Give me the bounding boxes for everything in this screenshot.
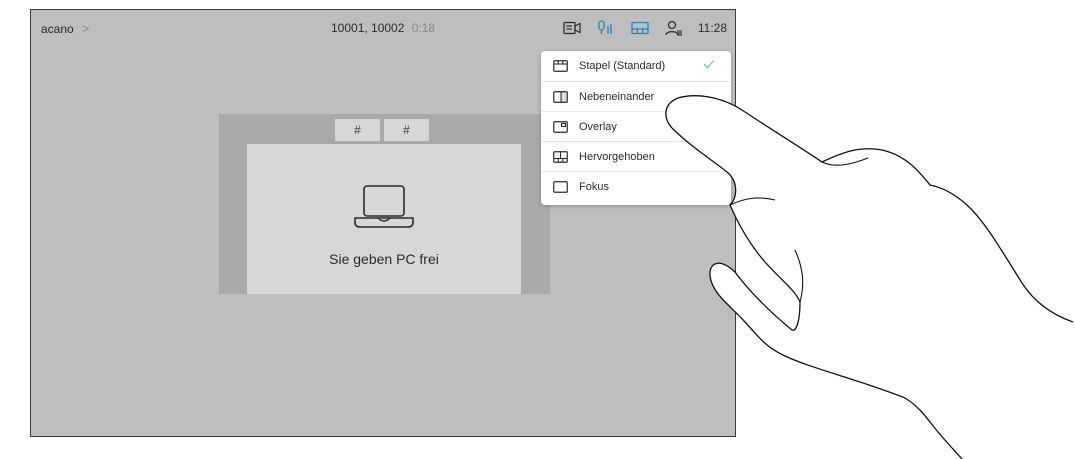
pointing-hand-illustration	[665, 95, 1074, 459]
